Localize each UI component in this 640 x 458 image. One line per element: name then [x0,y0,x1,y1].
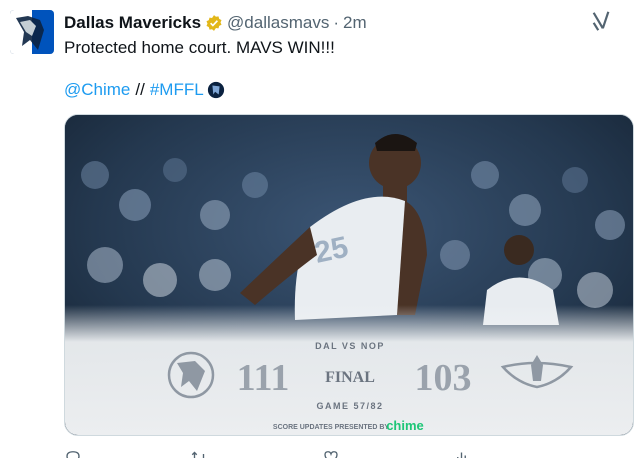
hashtag-link[interactable]: #MFFL [150,80,204,100]
game-number: GAME 57/82 [316,401,383,411]
verified-badge-icon[interactable] [205,14,223,32]
link-separator: // [135,80,145,99]
action-bar [64,448,624,458]
tweet-links: @Chime // #MFFL [64,80,225,100]
timestamp[interactable]: 2m [343,13,367,33]
presented-by-label: SCORE UPDATES PRESENTED BY [273,424,389,431]
jersey-number: 25 [312,231,352,270]
display-name[interactable]: Dallas Mavericks [64,13,201,33]
views-button[interactable] [454,448,478,458]
retweet-icon [191,451,205,458]
header-separator: · [333,13,340,32]
tweet-header: Dallas Mavericks @dallasmavs · 2m [64,12,367,34]
tweet-text: Protected home court. MAVS WIN!!! [64,38,335,57]
handle[interactable]: @dallasmavs [227,13,329,33]
views-icon [457,452,466,458]
avatar[interactable] [10,10,54,54]
reply-icon [66,451,80,458]
mavs-hashflag-icon [207,81,224,99]
like-button[interactable] [322,448,346,458]
grok-icon[interactable] [590,10,612,32]
mention-link[interactable]: @Chime [64,80,130,100]
like-icon [324,451,338,458]
retweet-button[interactable] [190,448,214,458]
away-score: 103 [415,357,472,399]
game-status: FINAL [325,369,375,386]
reply-button[interactable] [64,448,88,458]
tweet-media[interactable]: 25 DAL VS NOP 111 FINAL 103 GAME 57/82 S… [64,114,634,436]
home-score: 111 [237,357,290,399]
matchup-label: DAL VS NOP [315,341,385,351]
chime-logo: chime [386,418,424,433]
